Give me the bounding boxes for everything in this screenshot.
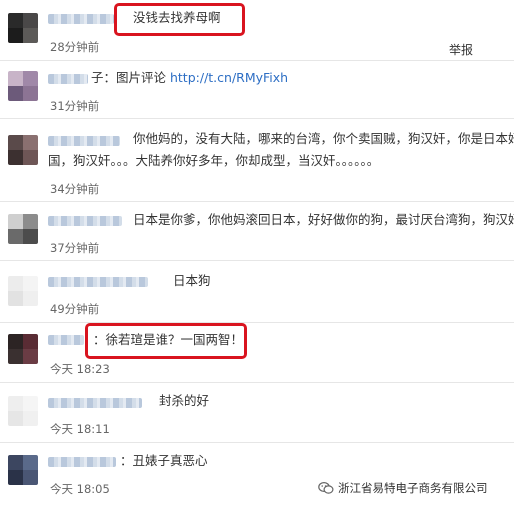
watermark-text: 浙江省易特电子商务有限公司 [338,481,488,495]
comment-time: 今天 18:05 [50,482,110,496]
comment-time: 37分钟前 [50,241,100,255]
avatar[interactable] [8,276,38,306]
divider [0,60,514,61]
username-blurred[interactable] [48,457,116,467]
divider [0,382,514,383]
username-blurred[interactable] [48,398,142,408]
avatar[interactable] [8,71,38,101]
comment-time: 31分钟前 [50,99,100,113]
report-button[interactable]: 举报 [449,41,473,58]
divider [0,322,514,323]
divider [0,118,514,119]
comment-text-line2: 国，狗汉奸。。。大陆养你好多年，你却成型，当汉奸。。。。。。 [48,153,380,168]
image-link[interactable]: http://t.cn/RMyFixh [170,70,288,85]
divider [0,442,514,443]
username-blurred[interactable] [48,14,114,24]
username-blurred[interactable] [48,335,84,345]
comment-text: 子：图片评论 http://t.cn/RMyFixh [91,70,288,86]
comment-time: 今天 18:23 [50,362,110,376]
username-blurred[interactable] [48,136,120,146]
comment-text: 你他妈的，没有大陆，哪来的台湾，你个卖国贼，狗汉奸，你是日本奸出 [133,131,514,146]
comment-prefix: 子：图片评论 [91,70,170,85]
comment-text: 封杀的好 [159,393,210,408]
highlight-box [85,323,247,359]
comment-text: 日本狗 [173,273,211,288]
avatar[interactable] [8,13,38,43]
comment-time: 34分钟前 [50,182,100,196]
comment-time: 28分钟前 [50,40,100,54]
watermark: 浙江省易特电子商务有限公司 [318,480,488,496]
comment-text: ：丑婊子真恶心 [120,453,208,468]
avatar[interactable] [8,135,38,165]
highlight-box [114,3,245,36]
avatar[interactable] [8,455,38,485]
username-blurred[interactable] [48,216,122,226]
divider [0,260,514,261]
comment-text: 日本是你爹，你他妈滚回日本，好好做你的狗，最讨厌台湾狗，狗汉奸 [133,212,514,227]
comment-time: 49分钟前 [50,302,100,316]
comment-time: 今天 18:11 [50,422,110,436]
wechat-icon [318,481,334,495]
avatar[interactable] [8,214,38,244]
username-blurred[interactable] [48,277,148,287]
avatar[interactable] [8,334,38,364]
avatar[interactable] [8,396,38,426]
divider [0,201,514,202]
username-blurred[interactable] [48,74,88,84]
